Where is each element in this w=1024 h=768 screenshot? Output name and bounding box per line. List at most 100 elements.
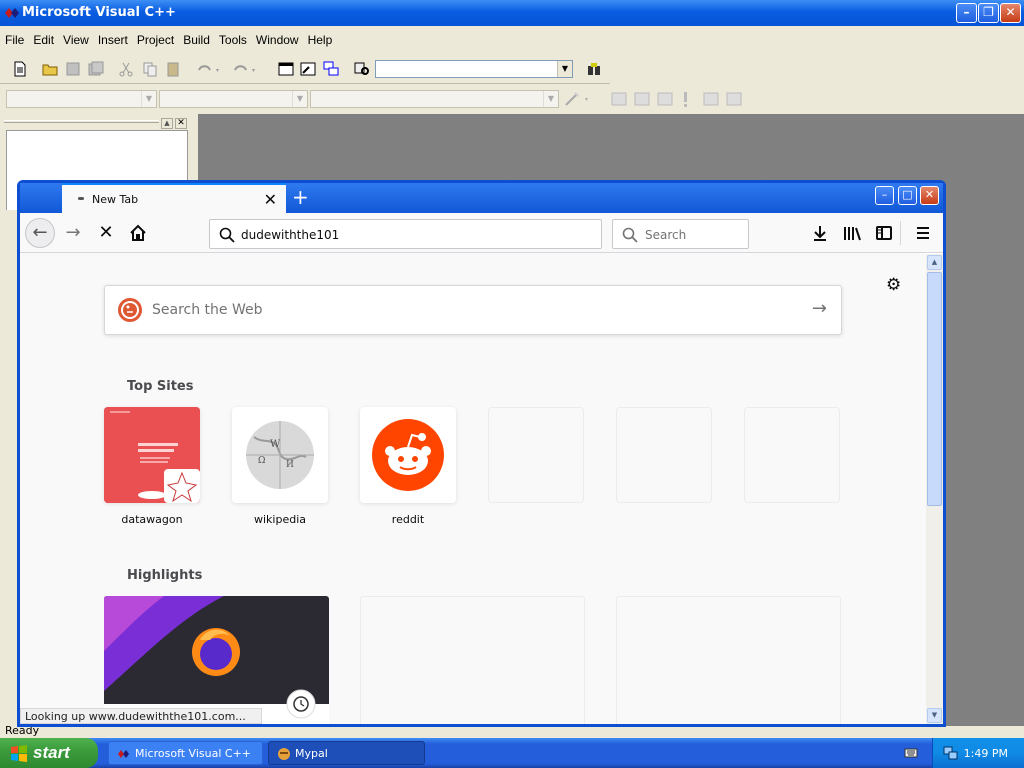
gear-icon[interactable]: ⚙ [886,275,901,295]
menu-view[interactable]: View [58,30,93,47]
visual-cpp-icon[interactable] [4,6,20,20]
search-input[interactable]: Search [612,219,749,249]
find-binoculars-icon[interactable] [586,61,602,77]
windows-flag-icon [11,745,27,762]
wikipedia-globe-icon: W Ω И [246,421,314,489]
menu-tools[interactable]: Tools [214,30,251,47]
undo-icon[interactable] [196,61,222,77]
highlight-card-empty[interactable] [616,596,841,724]
class-combo[interactable]: ▼ [6,90,157,108]
firefox-logo-icon [104,596,329,724]
task-vc[interactable]: Microsoft Visual C++ [108,741,263,765]
paste-icon[interactable] [165,61,181,77]
search-icon [219,227,235,243]
home-icon[interactable] [128,223,148,243]
network-icon[interactable] [943,745,959,761]
svg-text:И: И [286,460,294,470]
chevron-down-icon[interactable]: ▼ [543,91,558,107]
sidebar-icon[interactable] [874,223,894,243]
loading-dot-icon [78,197,84,200]
keyboard-icon[interactable] [904,746,918,760]
navigation-bar: ← → ✕ dudewiththe101 Search [20,213,943,253]
top-site-empty[interactable] [488,407,584,503]
menu-window[interactable]: Window [251,30,303,47]
menu-build[interactable]: Build [178,30,214,47]
scroll-up-icon[interactable]: ▲ [927,255,942,270]
top-site-label[interactable]: datawagon [104,513,200,526]
copy-icon[interactable] [142,61,158,77]
visual-cpp-icon [118,750,129,758]
browser-status: Looking up www.dudewiththe101.com... [20,708,262,724]
search-icon [622,227,638,243]
find-combo[interactable]: ▼ [375,60,573,78]
chevron-down-icon[interactable]: ▼ [557,61,572,77]
reddit-logo-icon [372,419,444,491]
top-site-wikipedia[interactable]: W Ω И [232,407,328,503]
start-button[interactable]: start [0,738,98,768]
open-folder-icon[interactable] [42,61,58,77]
browser-minimize-button[interactable]: – [875,186,894,205]
menu-project[interactable]: Project [132,30,178,47]
find-in-files-icon[interactable] [354,61,370,77]
vertical-scrollbar[interactable]: ▲ ▼ [926,254,943,724]
minimize-button[interactable]: – [956,3,977,23]
web-search-box[interactable]: Search the Web → [104,285,842,335]
new-file-icon[interactable] [12,61,28,77]
members-combo[interactable]: ▼ [310,90,559,108]
stop-button[interactable]: ✕ [96,223,116,243]
wizard-wand-icon[interactable] [563,90,593,108]
toolbar-separator [900,221,901,245]
build-toolbar-icons[interactable] [610,90,746,108]
menu-file[interactable]: File [0,30,28,47]
filter-combo[interactable]: ▼ [159,90,308,108]
task-label: Microsoft Visual C++ [135,747,252,760]
browser-maximize-button[interactable]: □ [898,186,917,205]
menu-help[interactable]: Help [303,30,337,47]
top-site-label[interactable]: reddit [360,513,456,526]
top-site-empty[interactable] [616,407,712,503]
arrow-right-icon[interactable]: → [812,298,827,319]
svg-text:W: W [270,439,281,450]
menu-edit[interactable]: Edit [28,30,58,47]
top-site-empty[interactable] [744,407,840,503]
save-icon[interactable] [65,61,81,77]
save-all-icon[interactable] [88,61,104,77]
output-icon[interactable] [300,61,316,77]
taskbar: start Microsoft Visual C++ Mypal 1:49 PM [0,738,1024,768]
task-label: Mypal [295,747,328,760]
window-list-icon[interactable] [323,61,339,77]
task-mypal[interactable]: Mypal [268,741,425,765]
workspace-icon[interactable] [278,61,294,77]
download-icon[interactable] [810,223,830,243]
menu-insert[interactable]: Insert [93,30,132,47]
highlight-card-empty[interactable] [360,596,585,724]
close-button[interactable]: ✕ [1000,3,1021,23]
duckduckgo-icon [118,298,142,322]
tab-title: New Tab [92,193,139,206]
library-icon[interactable] [842,223,862,243]
back-button[interactable]: ← [25,218,55,248]
restore-button[interactable]: ❐ [978,3,999,23]
chevron-down-icon[interactable]: ▼ [141,91,156,107]
highlight-card[interactable] [104,596,329,724]
cut-icon[interactable] [118,61,134,77]
top-site-label[interactable]: wikipedia [232,513,328,526]
redo-icon[interactable] [232,61,258,77]
panel-maximize-button[interactable]: ▲ [161,118,173,129]
panel-gripper[interactable] [4,120,159,123]
new-tab-icon[interactable]: + [292,185,309,209]
top-site-datawagon[interactable] [104,407,200,503]
scroll-thumb[interactable] [927,272,942,506]
chevron-down-icon[interactable]: ▼ [292,91,307,107]
scroll-down-icon[interactable]: ▼ [927,708,942,723]
panel-close-button[interactable]: ✕ [175,118,187,129]
hamburger-menu-icon[interactable] [913,223,933,243]
clock[interactable]: 1:49 PM [964,747,1008,760]
tab-new-tab[interactable]: New Tab ✕ [62,183,286,213]
menu-bar: File Edit View Insert Project Build Tools Windo… [0,30,1024,50]
browser-close-button[interactable]: ✕ [920,186,939,205]
url-bar[interactable]: dudewiththe101 [209,219,602,249]
top-site-reddit[interactable] [360,407,456,503]
tab-close-icon[interactable]: ✕ [264,190,277,209]
forward-button[interactable]: → [63,223,83,243]
